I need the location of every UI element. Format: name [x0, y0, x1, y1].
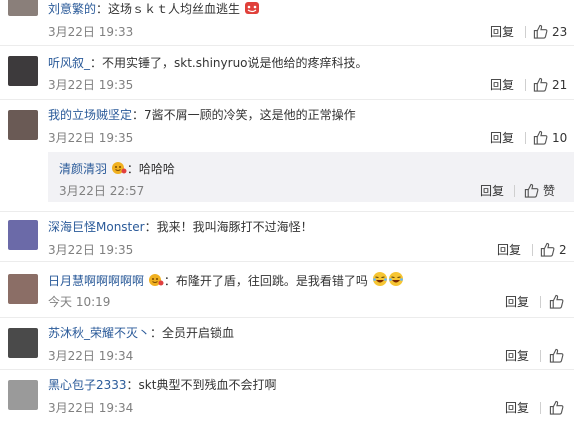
like-button[interactable]: [549, 294, 568, 309]
like-button[interactable]: 2: [540, 242, 567, 257]
comment-time: 3月22日 19:34: [48, 401, 134, 415]
like-button[interactable]: [549, 400, 568, 415]
comment-text: ：全员开启锁血: [150, 326, 235, 340]
laughing-emoji-icon: [388, 271, 404, 291]
comment-username[interactable]: 苏沐秋_荣耀不灭丶: [48, 326, 150, 340]
like-button[interactable]: [549, 348, 568, 363]
thumbs-up-icon: [540, 242, 555, 257]
avatar[interactable]: [8, 0, 38, 16]
thumbs-up-icon: [533, 77, 548, 92]
sub-reply-username[interactable]: 清颜清羽: [59, 162, 107, 176]
vip-badge-icon: [148, 273, 164, 291]
reply-button[interactable]: 回复: [490, 25, 514, 39]
thumbs-up-icon: [533, 130, 548, 145]
like-count: 2: [559, 243, 567, 257]
divider: [532, 244, 533, 256]
comment-username[interactable]: 我的立场贼坚定: [48, 108, 132, 122]
sub-reply-reply-button[interactable]: 回复: [480, 184, 504, 198]
avatar[interactable]: [8, 328, 38, 358]
comment-text: ：我来！我叫海豚打不过海怪！: [144, 220, 313, 234]
comment-time: 3月22日 19:35: [48, 243, 134, 257]
comment-time: 3月22日 19:35: [48, 131, 134, 145]
divider: [525, 132, 526, 144]
comment-item: 深海巨怪Monster：我来！我叫海豚打不过海怪！ 3月22日 19:35 回复…: [0, 212, 574, 262]
avatar[interactable]: [8, 110, 38, 140]
comment-item: 听风叙_：不用实锤了，skt.shinyruo说是他给的疼痒科技。 3月22日 …: [0, 46, 574, 100]
like-button[interactable]: 23: [533, 24, 567, 39]
thumbs-up-icon: [533, 24, 548, 39]
like-count: 10: [552, 131, 568, 145]
thumbs-up-icon: [549, 348, 564, 363]
reply-button[interactable]: 回复: [497, 243, 521, 257]
comment-item: 日月慧啊啊啊啊啊 ：布隆开了盾，往回跳。是我看错了吗 今天 10:19 回复: [0, 262, 574, 318]
comment-username[interactable]: 黑心包子2333: [48, 378, 127, 392]
sub-reply-box: 清颜清羽 ：哈哈哈 3月22日 22:57 回复 赞: [48, 152, 574, 202]
like-count: 21: [552, 78, 568, 92]
thumbs-up-icon: [549, 400, 564, 415]
divider: [540, 402, 541, 414]
comment-username[interactable]: 刘意繁的: [48, 2, 96, 16]
like-count: 23: [552, 25, 568, 39]
comment-text: ：布隆开了盾，往回跳。是我看错了吗: [163, 274, 368, 288]
comment-text: ：这场ｓｋｔ人均丝血逃生: [96, 2, 241, 16]
divider: [514, 185, 515, 197]
laughing-emoji-icon: [372, 271, 388, 291]
comment-username[interactable]: 日月慧啊啊啊啊啊: [48, 274, 144, 288]
comment-time: 今天 10:19: [48, 295, 111, 309]
comment-time: 3月22日 19:34: [48, 349, 134, 363]
avatar[interactable]: [8, 220, 38, 250]
comment-username[interactable]: 深海巨怪Monster: [48, 220, 145, 234]
comment-item: 刘意繁的：这场ｓｋｔ人均丝血逃生 3月22日 19:33 回复 23: [0, 0, 574, 46]
divider: [525, 26, 526, 38]
comment-text: ：不用实锤了，skt.shinyruo说是他给的疼痒科技。: [90, 56, 368, 70]
thumbs-up-icon: [524, 183, 539, 198]
like-button[interactable]: 21: [533, 77, 567, 92]
vip-badge-icon: [111, 161, 127, 179]
sub-reply-text: ：哈哈哈: [126, 162, 175, 176]
reply-button[interactable]: 回复: [505, 401, 529, 415]
reply-button[interactable]: 回复: [505, 349, 529, 363]
comment-username[interactable]: 听风叙_: [48, 56, 90, 70]
sub-reply-like-button[interactable]: 赞: [524, 183, 555, 198]
comment-text: ：skt典型不到残血不会打啊: [126, 378, 277, 392]
avatar[interactable]: [8, 274, 38, 304]
sub-reply-time: 3月22日 22:57: [59, 184, 145, 198]
like-button[interactable]: 10: [533, 130, 567, 145]
divider: [525, 79, 526, 91]
comment-item: 黑心包子2333：skt典型不到残血不会打啊 3月22日 19:34 回复: [0, 370, 574, 423]
comment-text: ：7酱不屑一顾的冷笑，这是他的正常操作: [132, 108, 356, 122]
red-emoji-icon: [244, 1, 260, 19]
comment-item: 苏沐秋_荣耀不灭丶：全员开启锁血 3月22日 19:34 回复: [0, 318, 574, 370]
thumbs-up-icon: [549, 294, 564, 309]
divider: [540, 296, 541, 308]
like-label: 赞: [543, 184, 556, 198]
avatar[interactable]: [8, 56, 38, 86]
reply-button[interactable]: 回复: [505, 295, 529, 309]
comment-time: 3月22日 19:35: [48, 78, 134, 92]
reply-button[interactable]: 回复: [490, 78, 514, 92]
divider: [540, 350, 541, 362]
comment-time: 3月22日 19:33: [48, 25, 134, 39]
reply-button[interactable]: 回复: [490, 131, 514, 145]
avatar[interactable]: [8, 380, 38, 410]
